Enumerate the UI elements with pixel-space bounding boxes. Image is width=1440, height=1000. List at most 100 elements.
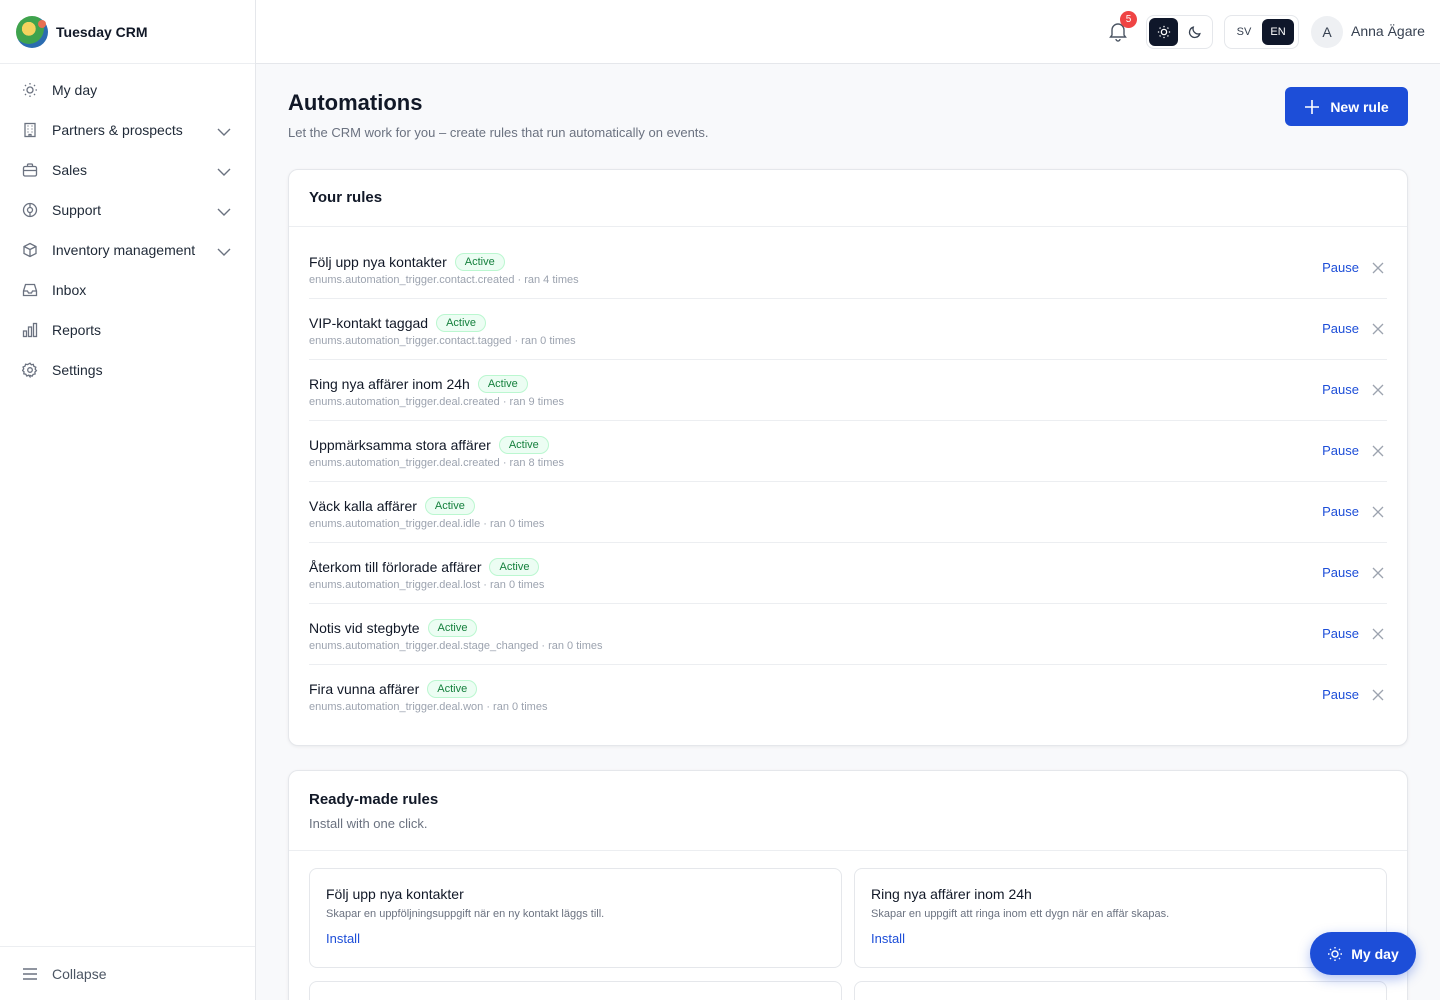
- pause-button[interactable]: Pause: [1322, 443, 1359, 458]
- pause-button[interactable]: Pause: [1322, 687, 1359, 702]
- sidebar-item-settings[interactable]: Settings: [0, 350, 255, 390]
- avatar[interactable]: A: [1311, 16, 1343, 48]
- status-badge: Active: [427, 619, 478, 637]
- rule-row: Notis vid stegbyte Active enums.automation…: [309, 604, 1387, 665]
- rule-meta: enums.automation_trigger.deal.idle · ran…: [309, 518, 545, 530]
- rules-list: Följ upp nya kontakter Active enums.automa…: [289, 238, 1407, 726]
- status-badge: Active: [454, 253, 505, 271]
- install-button[interactable]: Install: [326, 931, 360, 946]
- rule-name: Följ upp nya kontakter: [309, 254, 447, 270]
- sidebar-item-label: Inventory management: [52, 242, 196, 258]
- new-rule-button[interactable]: New rule: [1285, 87, 1408, 126]
- rule-meta: enums.automation_trigger.deal.stage_chan…: [309, 640, 603, 652]
- app-name: Tuesday CRM: [56, 23, 148, 40]
- rule-row: Fira vunna affärer Active enums.automation…: [309, 665, 1387, 726]
- rule-name: Väck kalla affärer: [309, 498, 417, 514]
- my-day-fab[interactable]: My day: [1310, 932, 1416, 975]
- status-badge: Active: [489, 558, 540, 576]
- template-description: Skapar en uppgift att ringa inom ett dyg…: [871, 908, 1170, 920]
- ready-made-subheading: Install with one click.: [309, 816, 428, 831]
- template-name: Ring nya affärer inom 24h: [871, 886, 1032, 902]
- briefcase-icon: [22, 162, 38, 178]
- sidebar-item-support[interactable]: Support: [0, 190, 255, 230]
- sidebar-item-label: Support: [52, 202, 102, 218]
- language-toggle: SV EN: [1224, 15, 1299, 49]
- status-badge: Active: [427, 680, 478, 698]
- collapse-label: Collapse: [52, 965, 107, 982]
- user-name[interactable]: Anna Ägare: [1351, 23, 1425, 39]
- rule-meta: enums.automation_trigger.contact.tagged …: [309, 335, 576, 347]
- pause-button[interactable]: Pause: [1322, 565, 1359, 580]
- rule-meta: enums.automation_trigger.contact.created…: [309, 274, 579, 286]
- sidebar-item-inbox[interactable]: Inbox: [0, 270, 255, 310]
- rule-meta: enums.automation_trigger.deal.created · …: [309, 457, 564, 469]
- sidebar-item-my-day[interactable]: My day: [0, 70, 255, 110]
- chevron-down-icon[interactable]: [217, 204, 231, 220]
- language-en-button[interactable]: EN: [1262, 19, 1294, 45]
- rule-row: Uppmärksamma stora affärer Active enums.au…: [309, 421, 1387, 482]
- close-icon[interactable]: [1371, 444, 1385, 458]
- sidebar-item-partners-prospects[interactable]: Partners & prospects: [0, 110, 255, 150]
- template-name: Följ upp nya kontakter: [326, 886, 464, 902]
- rule-name: Ring nya affärer inom 24h: [309, 376, 470, 392]
- sidebar-item-inventory-management[interactable]: Inventory management: [0, 230, 255, 270]
- your-rules-heading: Your rules: [289, 170, 1407, 227]
- close-icon[interactable]: [1371, 688, 1385, 702]
- menu-icon: [22, 967, 38, 981]
- rule-meta: enums.automation_trigger.deal.created · …: [309, 396, 564, 408]
- template-card: [309, 981, 842, 1000]
- sidebar-item-label: Settings: [52, 362, 103, 378]
- rule-name: Notis vid stegbyte: [309, 620, 420, 636]
- status-badge: Active: [477, 375, 528, 393]
- bar-chart-icon: [22, 322, 38, 338]
- close-icon[interactable]: [1371, 566, 1385, 580]
- topbar: 5 SV EN A Anna Ägare: [256, 0, 1440, 64]
- chevron-down-icon[interactable]: [217, 124, 231, 140]
- language-sv-button[interactable]: SV: [1228, 19, 1260, 45]
- sun-icon: [22, 82, 38, 98]
- pause-button[interactable]: Pause: [1322, 321, 1359, 336]
- rule-row: Ring nya affärer inom 24h Active enums.aut…: [309, 360, 1387, 421]
- chevron-down-icon[interactable]: [217, 164, 231, 180]
- close-icon[interactable]: [1371, 383, 1385, 397]
- ready-made-rules-card: Ready-made rules Install with one click.…: [288, 770, 1408, 1000]
- pause-button[interactable]: Pause: [1322, 626, 1359, 641]
- rule-row: Följ upp nya kontakter Active enums.automa…: [309, 238, 1387, 299]
- page-title: Automations: [288, 90, 423, 115]
- chevron-down-icon[interactable]: [217, 244, 231, 260]
- close-icon[interactable]: [1371, 322, 1385, 336]
- rule-row: VIP-kontakt taggad Active enums.automation…: [309, 299, 1387, 360]
- rule-meta: enums.automation_trigger.deal.lost · ran…: [309, 579, 545, 591]
- template-card: [854, 981, 1387, 1000]
- pause-button[interactable]: Pause: [1322, 504, 1359, 519]
- sidebar-item-reports[interactable]: Reports: [0, 310, 255, 350]
- rule-name: Uppmärksamma stora affärer: [309, 437, 491, 453]
- install-button[interactable]: Install: [871, 931, 905, 946]
- box-icon: [22, 242, 38, 258]
- pause-button[interactable]: Pause: [1322, 260, 1359, 275]
- status-badge: Active: [436, 314, 487, 332]
- close-icon[interactable]: [1371, 505, 1385, 519]
- rule-name: Återkom till förlorade affärer: [309, 559, 482, 575]
- template-card: Följ upp nya kontakter Skapar en uppfölj…: [309, 868, 842, 968]
- close-icon[interactable]: [1371, 627, 1385, 641]
- close-icon[interactable]: [1371, 261, 1385, 275]
- sidebar-item-sales[interactable]: Sales: [0, 150, 255, 190]
- status-badge: Active: [498, 436, 549, 454]
- brand[interactable]: Tuesday CRM: [0, 0, 255, 64]
- app-logo: [16, 15, 48, 48]
- sidebar: Tuesday CRM My day Partners & prospects …: [0, 0, 256, 1000]
- sidebar-nav: My day Partners & prospects Sales Suppor…: [0, 64, 255, 390]
- template-card: Ring nya affärer inom 24h Skapar en uppg…: [854, 868, 1387, 968]
- moon-icon: [1188, 26, 1201, 39]
- pause-button[interactable]: Pause: [1322, 382, 1359, 397]
- rule-row: Väck kalla affärer Active enums.automation…: [309, 482, 1387, 543]
- rule-name: Fira vunna affärer: [309, 681, 420, 697]
- light-theme-button[interactable]: [1149, 18, 1178, 46]
- collapse-sidebar-button[interactable]: Collapse: [0, 946, 255, 1000]
- sidebar-item-label: Inbox: [52, 282, 87, 298]
- sun-icon: [1157, 25, 1170, 39]
- plus-icon: [1305, 99, 1320, 114]
- dark-theme-button[interactable]: [1180, 18, 1209, 46]
- inbox-icon: [22, 282, 38, 298]
